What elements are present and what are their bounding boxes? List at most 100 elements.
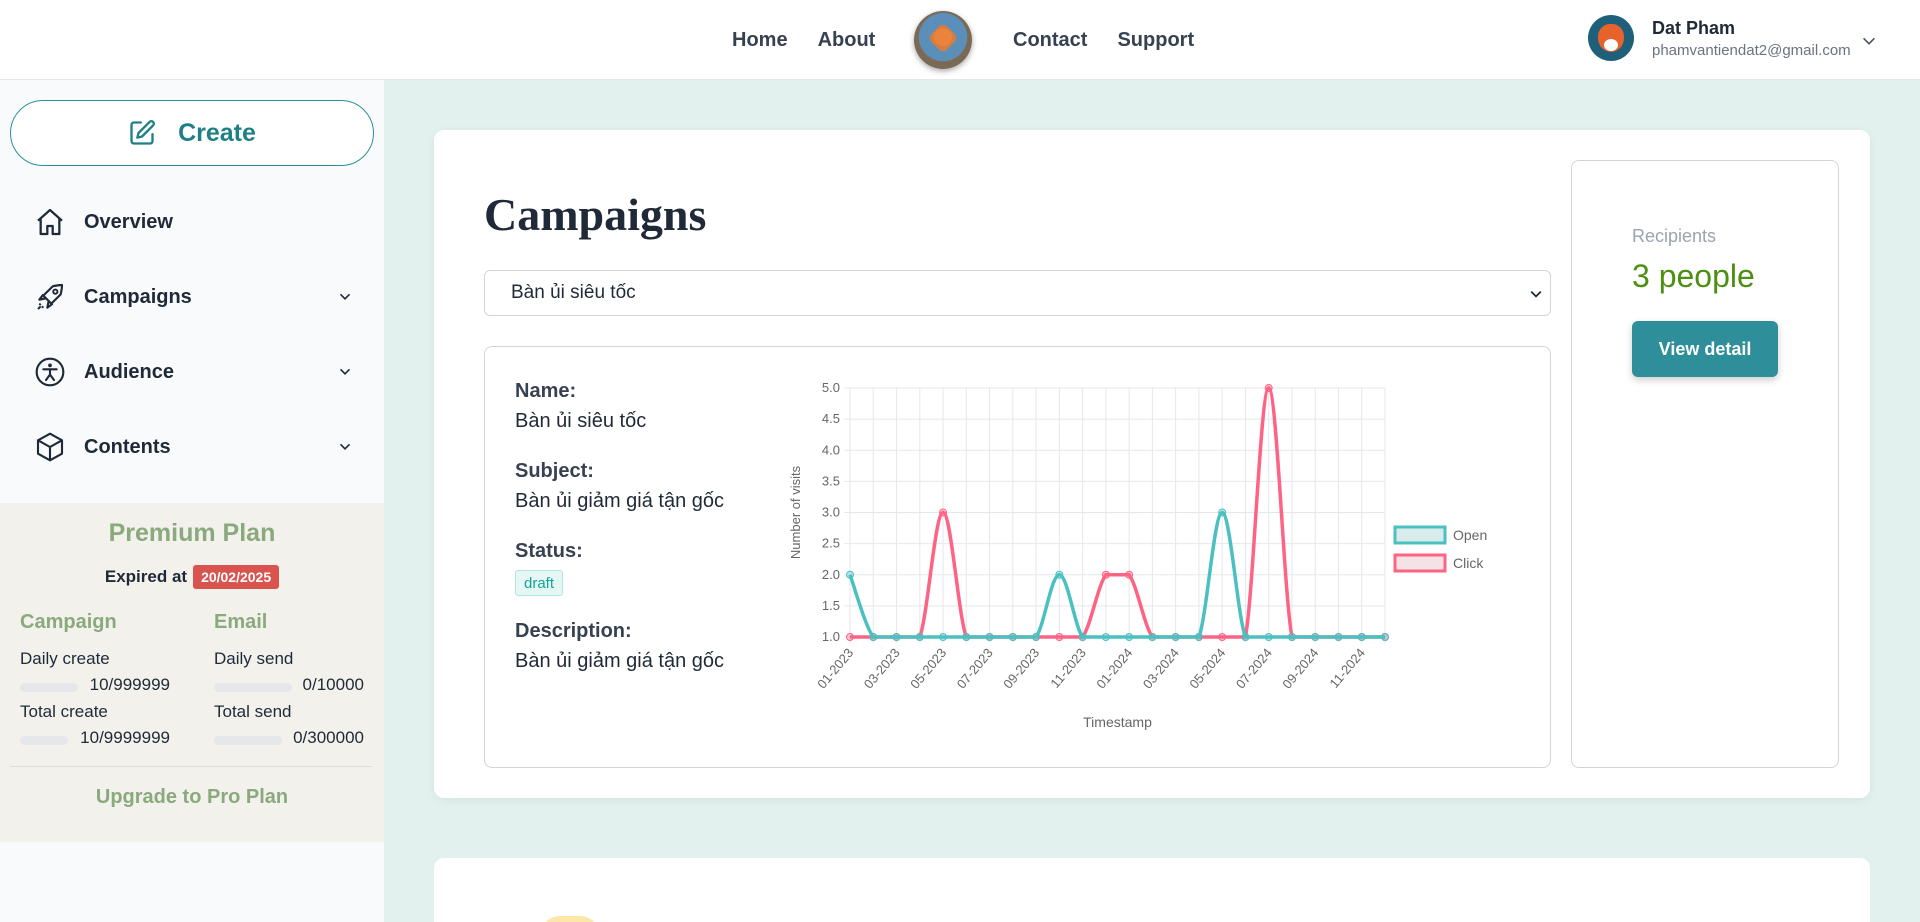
sidebar-item-overview[interactable]: Overview [34,202,354,242]
create-button[interactable]: Create [10,100,374,166]
y-tick-label: 4.5 [822,411,840,426]
chevron-down-icon [339,368,351,375]
y-tick-label: 5.0 [822,380,840,395]
plan-expiry: Expired at 20/02/2025 [0,565,384,589]
visits-line-chart: 1.01.52.02.53.03.54.04.55.001-2023 03-202… [788,380,1487,730]
secondary-card [434,858,1870,922]
data-point-open [915,633,924,641]
y-tick-label: 3.5 [822,473,840,488]
subject-value: Bàn ủi giảm giá tận gốc [515,490,725,512]
sidebar-item-audience[interactable]: Audience [34,352,354,392]
data-point-open [1287,633,1296,641]
data-point-open [1218,508,1227,517]
y-tick-label: 1.5 [822,598,840,613]
edit-icon [130,120,155,145]
user-menu[interactable]: Dat Pham phamvantiendat2@gmail.com [1588,15,1851,61]
page-title: Campaigns [484,189,707,240]
legend-swatch [1393,553,1447,573]
user-name: Dat Pham [1652,17,1736,38]
nav-contact-link[interactable]: Contact [1013,29,1087,52]
description-value: Bàn ủi giảm giá tận gốc [515,650,725,672]
total-send-value: 0/300000 [293,728,364,747]
data-point-click [846,633,854,641]
rocket-icon [37,283,64,310]
data-point-open [1032,633,1041,641]
nav-right: Contact Support [1013,0,1194,80]
daily-create-label: Daily create [20,649,110,668]
x-tick-label: 09-2023 [1000,645,1042,691]
daily-create-value: 10/999999 [89,675,170,694]
data-point-open [892,633,901,641]
chevron-down-icon[interactable] [1860,32,1878,50]
nav-home-link[interactable]: Home [732,29,788,52]
campaign-quota-title: Campaign [20,611,117,633]
email-quota-title: Email [214,611,268,633]
sidebar-item-campaigns[interactable]: Campaigns [34,277,354,317]
name-value: Bàn ủi siêu tốc [515,410,647,432]
box-icon [36,432,64,462]
data-point-open [1334,633,1343,641]
daily-send-label: Daily send [214,649,294,668]
x-tick-label: 05-2023 [907,645,949,691]
x-tick-label: 03-2023 [861,645,903,691]
data-point-click [1264,384,1273,392]
chevron-down-icon [339,443,351,450]
expiry-label: Expired at [104,567,188,586]
nav-about-link[interactable]: About [818,29,876,52]
subject-label: Subject: [515,460,594,482]
campaign-select-value: Bàn ủi siêu tốc [511,282,636,303]
x-tick-label: 11-2023 [1047,645,1089,690]
x-tick-label: 07-2023 [954,645,996,691]
create-label: Create [178,118,256,147]
nav-support-link[interactable]: Support [1117,29,1194,52]
data-point-open [1078,633,1087,641]
data-point-open [939,633,948,641]
sidebar-item-label: Audience [84,360,175,383]
data-point-open [1241,633,1250,641]
recipients-label: Recipients [1632,226,1717,246]
app-logo[interactable] [914,11,972,69]
x-tick-label: 11-2024 [1326,645,1368,690]
y-tick-label: 4.0 [822,442,840,457]
data-point-open [962,633,971,641]
x-tick-label: 07-2024 [1233,645,1275,691]
data-point-open [1148,633,1157,641]
sidebar-item-label: Contents [84,435,171,458]
x-tick-label: 01-2023 [814,645,856,691]
expiry-date-badge: 20/02/2025 [193,565,280,589]
data-point-open [1125,633,1134,641]
campaign-select[interactable]: Bàn ủi siêu tốc [484,270,1551,316]
chevron-down-icon [1530,290,1542,298]
total-create-value: 10/9999999 [80,728,170,747]
y-axis-title: Number of visits [788,465,803,559]
sidebar-item-contents[interactable]: Contents [34,427,354,467]
legend-label: Click [1453,555,1484,571]
x-tick-label: 05-2024 [1186,645,1228,691]
chevron-down-icon [339,293,351,300]
data-point-open [1264,633,1273,641]
view-detail-button[interactable]: View detail [1632,321,1778,377]
y-tick-label: 2.0 [822,567,840,582]
x-tick-label: 09-2024 [1279,645,1321,691]
data-point-open [1055,570,1064,579]
total-create-bar [20,736,68,745]
data-point-open [869,633,878,641]
status-badge: draft [515,570,564,596]
data-point-open [1357,633,1366,641]
daily-send-value: 0/10000 [302,675,364,694]
home-icon [37,208,63,236]
y-tick-label: 1.0 [822,629,840,644]
recipients-count: 3 people [1632,258,1755,294]
daily-create-bar [20,683,78,692]
data-point-open [1381,633,1389,641]
data-point-open [1101,633,1110,641]
sidebar-item-label: Overview [84,210,173,233]
legend-label: Open [1453,527,1487,543]
upgrade-link[interactable]: Upgrade to Pro Plan [0,786,384,809]
avatar [1588,15,1634,61]
x-tick-label: 03-2024 [1140,645,1182,691]
name-label: Name: [515,380,577,402]
user-info: Dat Pham phamvantiendat2@gmail.com [1652,18,1851,59]
nav-left: Home About [732,0,875,80]
user-email: phamvantiendat2@gmail.com [1652,41,1851,59]
